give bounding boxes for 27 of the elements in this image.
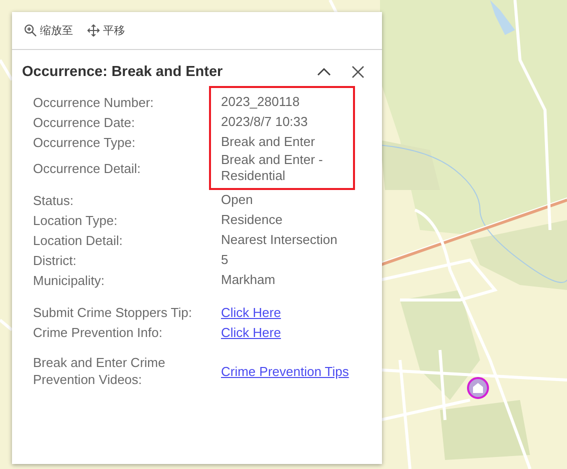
field-value: 5: [221, 252, 230, 268]
link[interactable]: Click Here: [221, 324, 281, 340]
field-label: Occurrence Date:: [33, 114, 136, 130]
popup-title: Occurrence: Break and Enter: [22, 64, 224, 80]
field-label: Location Type:: [33, 212, 118, 228]
field-value: Break and Enter - Residential: [221, 152, 324, 184]
link[interactable]: Click Here: [221, 304, 281, 320]
field-label: Location Detail:: [33, 232, 124, 248]
field-value: 2023_280118: [221, 94, 301, 110]
field-label: District:: [33, 252, 78, 268]
link[interactable]: Crime Prevention Tips: [221, 364, 349, 378]
pan-button[interactable]: 平移: [87, 20, 125, 41]
field-value: 2023/8/7 10:33: [221, 114, 309, 130]
zoom-to-button[interactable]: 缩放至: [24, 20, 73, 41]
field-label: Occurrence Detail:: [33, 160, 142, 176]
field-value: Nearest Intersection: [221, 232, 338, 248]
field-label: Submit Crime Stoppers Tip:: [33, 304, 193, 320]
field-label: Crime Prevention Info:: [33, 324, 164, 340]
field-value: Residence: [221, 212, 284, 228]
field-label: Occurrence Number:: [33, 94, 155, 110]
field-value: Break and Enter: [221, 134, 316, 150]
field-value: Markham: [221, 272, 276, 288]
field-label: Occurrence Type:: [33, 134, 136, 150]
field-label: Status:: [33, 192, 74, 208]
field-label: Break and Enter Crime Prevention Videos:: [33, 354, 166, 388]
field-label: Municipality:: [33, 272, 106, 288]
field-value: Open: [221, 192, 254, 208]
